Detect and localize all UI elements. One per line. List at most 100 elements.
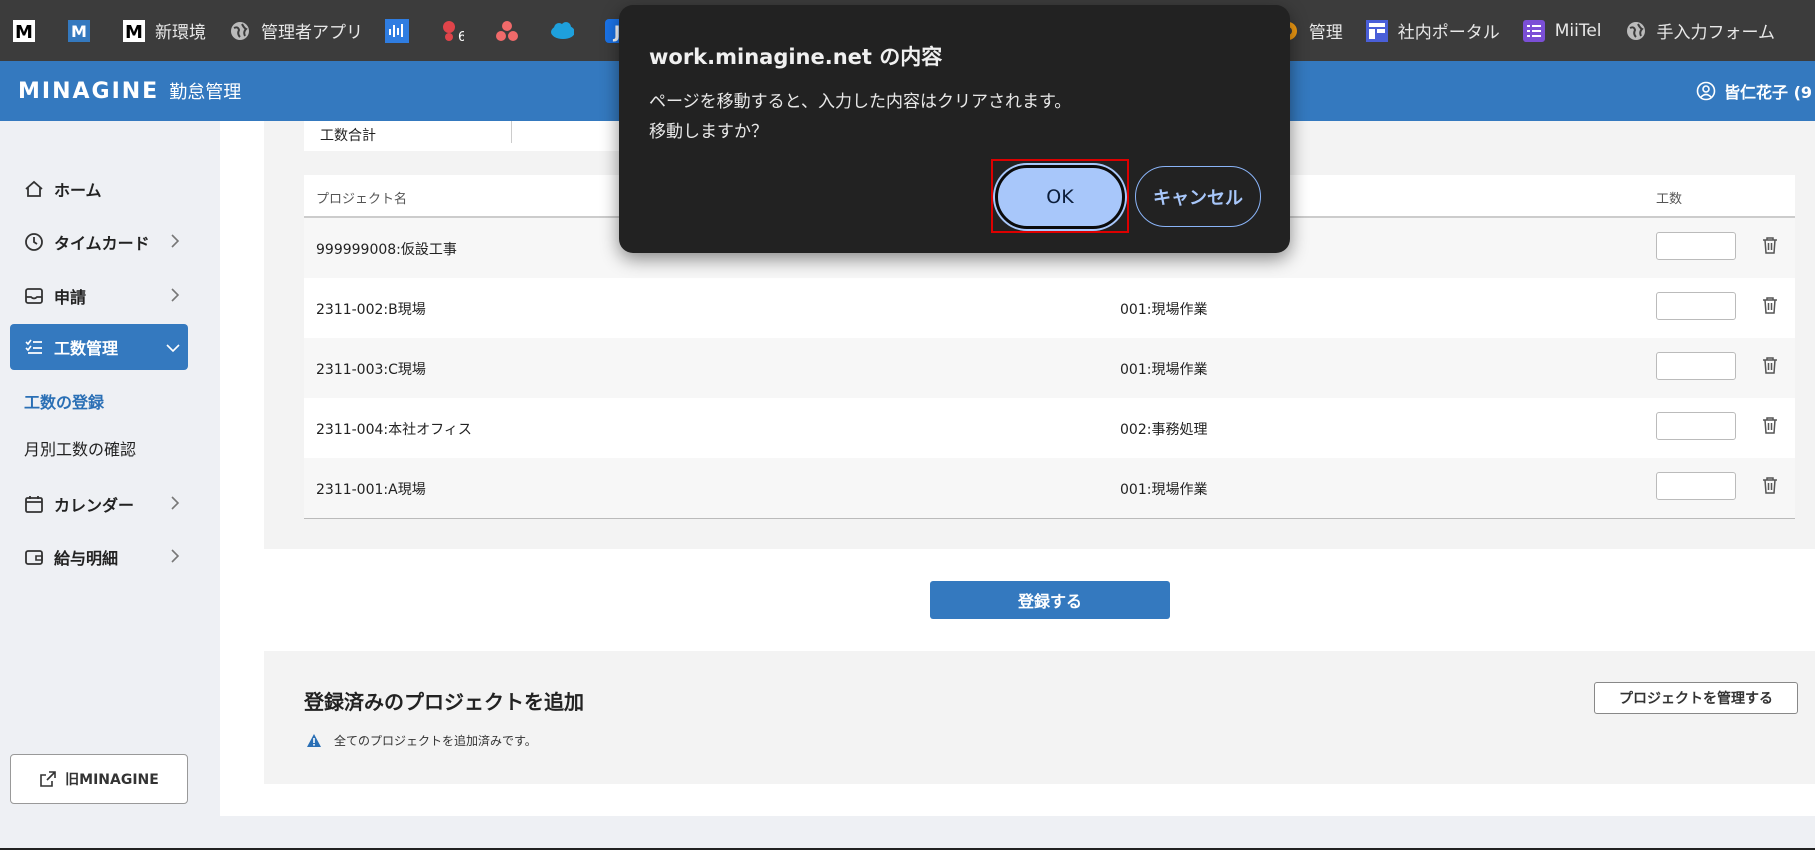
home-icon xyxy=(22,179,46,199)
dialog-message: ページを移動すると、入力した内容はクリアされます。 移動しますか？ xyxy=(649,87,1071,147)
work-type: 001:現場作業 xyxy=(1120,362,1208,378)
sidebar-item-home[interactable]: ホーム xyxy=(10,166,188,212)
table-row: 2311-004:本社オフィス 002:事務処理 xyxy=(304,398,1795,458)
ok-button[interactable]: OK xyxy=(995,165,1125,229)
table-row: 2311-001:A現場 001:現場作業 xyxy=(304,458,1795,518)
warning-icon xyxy=(307,734,321,747)
bookmark-audio[interactable] xyxy=(373,0,428,61)
sidebar-item-label: 給与明細 xyxy=(54,549,119,568)
hours-input[interactable] xyxy=(1656,292,1736,320)
portal-icon xyxy=(1365,19,1389,43)
bookmark-notify[interactable]: 6 xyxy=(428,0,483,61)
project-name: 2311-001:A現場 xyxy=(316,482,426,498)
notice-text: 全てのプロジェクトを追加済みです。 xyxy=(334,734,537,748)
clock-icon xyxy=(22,232,46,252)
user-name: 皆仁花子 (9 xyxy=(1724,83,1813,102)
bookmark-form[interactable]: 手入力フォーム xyxy=(1612,0,1815,61)
user-menu[interactable]: 皆仁花子 (9 xyxy=(1696,61,1812,121)
dialog-message-line: ページを移動すると、入力した内容はクリアされます。 xyxy=(649,92,1072,112)
project-name: 2311-003:C現場 xyxy=(316,362,426,378)
bookmark-label: 管理 xyxy=(1308,23,1343,43)
bookmark-label: 社内ポータル xyxy=(1397,23,1500,43)
bookmark-new-env[interactable]: M 新環境 xyxy=(110,0,216,61)
work-type: 001:現場作業 xyxy=(1120,482,1208,498)
globe-icon xyxy=(1624,19,1648,43)
notice: 全てのプロジェクトを追加済みです。 xyxy=(306,732,537,749)
add-project-panel xyxy=(264,651,1815,784)
table-row: 2311-002:B現場 001:現場作業 xyxy=(304,278,1795,338)
hours-input[interactable] xyxy=(1656,412,1736,440)
project-name: 2311-004:本社オフィス xyxy=(316,422,472,438)
sidebar-item-label: ホーム xyxy=(54,181,102,200)
calendar-icon xyxy=(22,494,46,514)
sidebar-item-workload[interactable]: 工数管理 xyxy=(10,324,188,370)
chevron-down-icon xyxy=(166,338,180,357)
work-type: 001:現場作業 xyxy=(1120,302,1208,318)
divider xyxy=(304,518,1795,519)
bookmark-label: 新環境 xyxy=(155,23,206,43)
hours-input[interactable] xyxy=(1656,232,1736,260)
dialog-title: work.minagine.net の内容 xyxy=(649,45,943,69)
external-link-icon xyxy=(40,771,56,787)
trash-icon[interactable] xyxy=(1762,236,1778,258)
column-project: プロジェクト名 xyxy=(316,192,408,207)
bookmark-miitel[interactable]: MiiTel xyxy=(1510,0,1612,61)
chevron-right-icon xyxy=(170,287,180,306)
wallet-icon xyxy=(22,547,46,567)
m-logo-icon: M xyxy=(12,19,36,43)
bookmark-label: 管理者アプリ xyxy=(261,23,363,43)
bookmark-asana[interactable] xyxy=(483,0,538,61)
sidebar: ホーム タイムカード 申請 工数管理 工数の登録 月別工数の確認 カレンダー 給… xyxy=(0,121,220,850)
sidebar-item-request[interactable]: 申請 xyxy=(10,273,188,319)
svg-text:6: 6 xyxy=(458,30,464,43)
sidebar-item-payslip[interactable]: 給与明細 xyxy=(10,534,188,580)
app-logo[interactable]: MINAGINE xyxy=(18,79,159,104)
trash-icon[interactable] xyxy=(1762,296,1778,318)
bookmark-salesforce[interactable] xyxy=(538,0,593,61)
total-label: 工数合計 xyxy=(320,128,376,144)
hours-input[interactable] xyxy=(1656,472,1736,500)
sidebar-item-label: 工数管理 xyxy=(54,339,119,358)
app-name: 勤怠管理 xyxy=(169,82,242,103)
project-name: 2311-002:B現場 xyxy=(316,302,426,318)
cancel-button[interactable]: キャンセル xyxy=(1135,166,1261,227)
trash-icon[interactable] xyxy=(1762,416,1778,438)
salesforce-cloud-icon xyxy=(550,19,574,43)
bookmark-portal[interactable]: 社内ポータル xyxy=(1353,0,1510,61)
svg-text:M: M xyxy=(125,22,143,43)
sidebar-item-calendar[interactable]: カレンダー xyxy=(10,481,188,527)
svg-text:M: M xyxy=(71,22,87,41)
list-icon xyxy=(1522,19,1546,43)
trash-icon[interactable] xyxy=(1762,476,1778,498)
bookmark-m-blue[interactable]: M xyxy=(55,0,110,61)
m-blue-logo-icon: M xyxy=(67,19,91,43)
total-row: 工数合計 xyxy=(304,121,634,151)
asana-icon xyxy=(495,19,519,43)
bookmark-label: 手入力フォーム xyxy=(1656,23,1776,43)
bookmark-admin-app[interactable]: 管理者アプリ xyxy=(216,0,373,61)
old-minagine-button[interactable]: 旧MINAGINE xyxy=(10,754,188,804)
notification-6-icon: 6 xyxy=(440,19,464,43)
m-logo-icon: M xyxy=(122,19,146,43)
chevron-right-icon xyxy=(170,233,180,252)
divider xyxy=(511,121,512,143)
dialog-message-line: 移動しますか？ xyxy=(649,122,768,142)
sidebar-item-label: 申請 xyxy=(54,288,87,307)
column-hours: 工数 xyxy=(1656,192,1683,207)
register-button[interactable]: 登録する xyxy=(930,581,1170,619)
table-row: 2311-003:C現場 001:現場作業 xyxy=(304,338,1795,398)
audio-bars-icon xyxy=(385,18,409,43)
hours-input[interactable] xyxy=(1656,352,1736,380)
user-icon xyxy=(1696,81,1716,101)
svg-text:M: M xyxy=(15,22,33,43)
sidebar-item-timecard[interactable]: タイムカード xyxy=(10,219,188,265)
inbox-icon xyxy=(22,286,46,306)
manage-projects-button[interactable]: プロジェクトを管理する xyxy=(1594,682,1798,714)
bookmark-m[interactable]: M xyxy=(0,0,55,61)
confirm-dialog: work.minagine.net の内容 ページを移動すると、入力した内容はク… xyxy=(619,5,1290,253)
sidebar-subitem-monthly[interactable]: 月別工数の確認 xyxy=(24,436,136,460)
sidebar-subitem-register[interactable]: 工数の登録 xyxy=(24,389,104,413)
work-type: 002:事務処理 xyxy=(1120,422,1208,438)
add-project-title: 登録済みのプロジェクトを追加 xyxy=(304,690,584,714)
trash-icon[interactable] xyxy=(1762,356,1778,378)
